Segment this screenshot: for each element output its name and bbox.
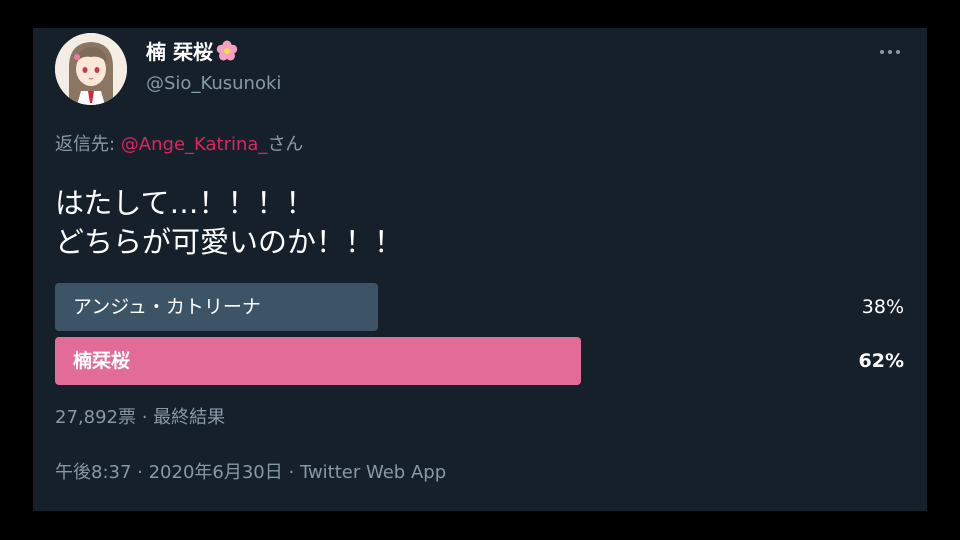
poll-summary-separator: · bbox=[135, 407, 154, 428]
reply-suffix: さん bbox=[267, 134, 304, 155]
poll-bar-2 bbox=[55, 337, 581, 385]
poll-vote-count: 27,892票 bbox=[55, 407, 136, 428]
tweet-date-link[interactable]: 2020年6月30日 bbox=[149, 462, 283, 483]
poll-option-1: アンジュ・カトリーナ 38% bbox=[55, 283, 904, 331]
poll-option-label-1: アンジュ・カトリーナ bbox=[73, 296, 261, 318]
reply-mention-link[interactable]: @Ange_Katrina_ bbox=[121, 134, 268, 155]
tweet-meta: 午後8:37 · 2020年6月30日 · Twitter Web App bbox=[55, 460, 446, 486]
more-icon[interactable] bbox=[875, 40, 905, 64]
poll-option-2: 楠栞桜 62% bbox=[55, 337, 904, 385]
user-handle[interactable]: @Sio_Kusunoki bbox=[146, 72, 281, 96]
avatar[interactable] bbox=[55, 33, 127, 105]
tweet-source-link[interactable]: Twitter Web App bbox=[300, 462, 446, 483]
tweet-time-link[interactable]: 午後8:37 bbox=[55, 462, 131, 483]
poll-option-label-2: 楠栞桜 bbox=[73, 350, 131, 372]
poll-summary: 27,892票 · 最終結果 bbox=[55, 405, 225, 431]
meta-separator-1: · bbox=[131, 462, 149, 483]
tweet-text-line-2: どちらが可愛いのか！！！ bbox=[55, 225, 404, 259]
display-name[interactable]: 楠 栞桜 bbox=[146, 38, 239, 70]
poll-option-percent-2: 62% bbox=[858, 350, 904, 372]
display-name-text: 楠 栞桜 bbox=[146, 40, 213, 64]
poll-status: 最終結果 bbox=[153, 407, 226, 428]
reply-prefix: 返信先: bbox=[55, 134, 121, 155]
tweet-text-line-1: はたして…！！！！ bbox=[55, 186, 315, 220]
poll-option-percent-1: 38% bbox=[861, 296, 904, 318]
reply-context: 返信先: @Ange_Katrina_さん bbox=[55, 132, 303, 158]
cherry-blossom-icon bbox=[215, 39, 239, 70]
tweet-text: はたして…！！！！ どちらが可愛いのか！！！ bbox=[55, 184, 403, 262]
tweet-card: 楠 栞桜 @Sio_Kusunoki 返信先: @Ange_Katrina_さん… bbox=[33, 28, 927, 511]
meta-separator-2: · bbox=[282, 462, 300, 483]
